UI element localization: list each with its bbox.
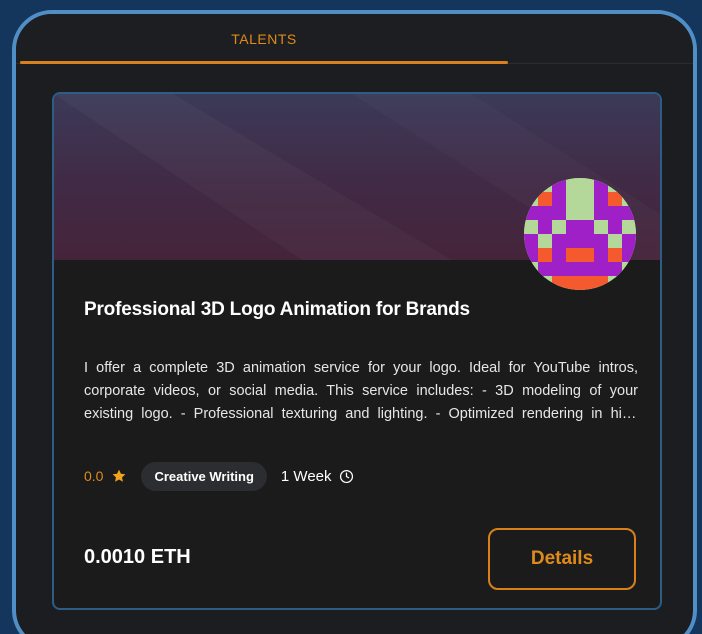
card-description: I offer a complete 3D animation service … (84, 360, 638, 422)
star-icon (113, 469, 126, 482)
talent-card[interactable]: Professional 3D Logo Animation for Brand… (52, 92, 662, 610)
pixel-identicon-icon (524, 178, 636, 290)
details-button[interactable]: Details (488, 528, 636, 590)
card-title: Professional 3D Logo Animation for Brand… (84, 299, 470, 320)
tab-talents[interactable]: TALENTS (20, 14, 508, 64)
active-tab-indicator (20, 61, 508, 64)
duration-label: 1 Week (280, 467, 332, 485)
tab-bar: TALENTS (16, 14, 693, 64)
clock-icon (339, 469, 353, 483)
price: 0.0010 ETH (84, 546, 191, 568)
rating-value: 0.0 (84, 468, 104, 484)
card-meta: 0.0 Creative Writing 1 Week (84, 461, 354, 491)
avatar (524, 178, 636, 290)
app-frame: TALENTS Professional 3D Logo Animation f… (12, 10, 697, 634)
category-badge: Creative Writing (141, 461, 267, 491)
